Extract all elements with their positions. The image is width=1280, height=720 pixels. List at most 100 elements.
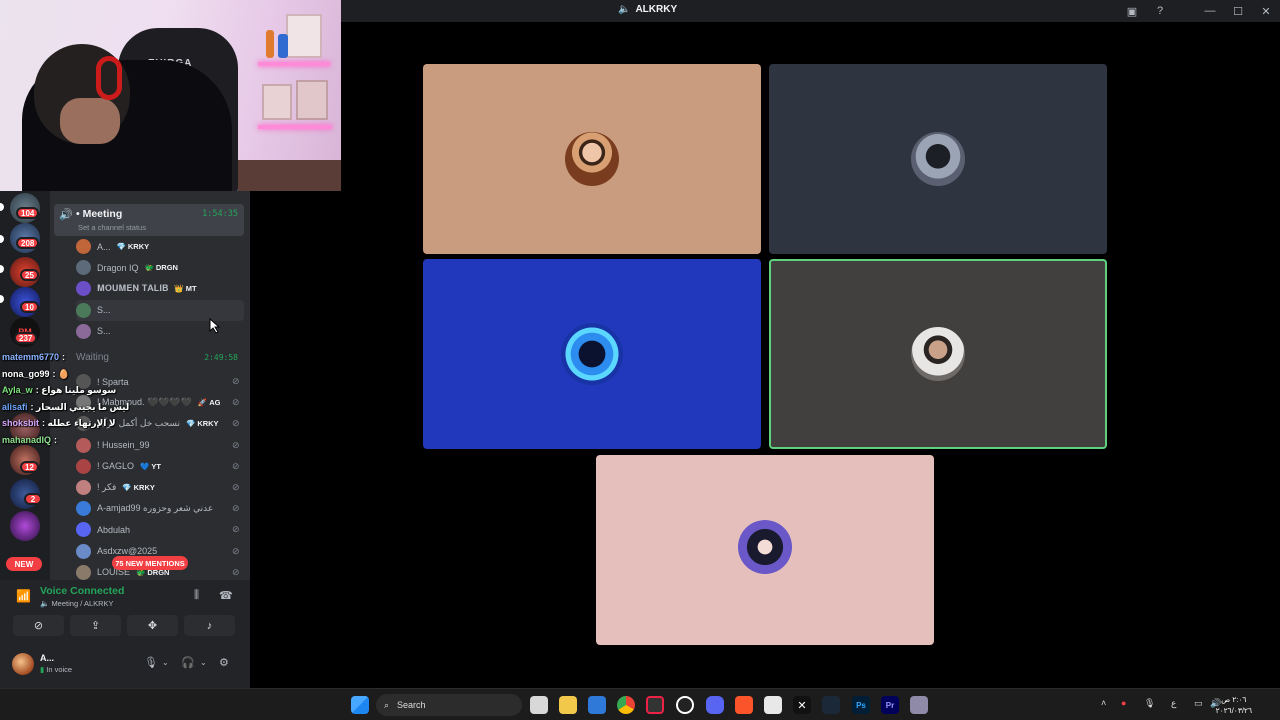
channel-status[interactable]: Set a channel status [78, 223, 146, 232]
chat-message: alisafi: ليش ما يجيني السحار [2, 402, 129, 413]
voice-user[interactable]: ! فكر 💎 KRKY ⊘ [76, 477, 240, 498]
screen-share-icon[interactable]: ⇪ [70, 615, 121, 636]
maximize-icon[interactable]: ☐ [1224, 0, 1252, 22]
voice-user[interactable]: Abdulah ⊘ [76, 519, 240, 540]
brave-icon[interactable] [735, 696, 753, 714]
file-explorer-icon[interactable] [559, 696, 577, 714]
voice-status[interactable]: Voice Connected [40, 585, 124, 597]
window-title-text: ALKRKY [635, 4, 678, 15]
steam-icon[interactable] [822, 696, 840, 714]
new-unreads-pill[interactable]: NEW [6, 557, 42, 571]
mention-badge: 12 [20, 461, 39, 473]
voice-user[interactable]: ! GAGLO 💙 YT ⊘ [76, 456, 240, 477]
soundboard-icon[interactable]: ♪ [184, 615, 235, 636]
guild-tag-text: DRGN [155, 263, 178, 273]
avatar [76, 281, 91, 297]
mention-badge: 237 [14, 332, 38, 344]
avatar[interactable] [12, 653, 34, 675]
voice-user[interactable]: S... [76, 321, 111, 342]
voice-user[interactable]: A... 💎 KRKY [76, 236, 149, 257]
help-icon[interactable]: ? [1146, 0, 1174, 22]
chevron-down-icon[interactable]: ⌄ [162, 658, 169, 667]
clock[interactable]: ٢:٠٦ ص ٢٠٢٦/٠٣/٢٦ [1216, 694, 1252, 716]
guild-tag-text: KRKY [127, 242, 150, 251]
avatar [76, 564, 91, 580]
screen-share-icon[interactable]: ▣ [1118, 0, 1146, 22]
wall-frame [286, 14, 322, 58]
app-icon[interactable] [646, 696, 664, 714]
chat-username: matemm6770 [2, 352, 60, 362]
search-icon: ⌕ [384, 699, 390, 710]
discord-tray-icon[interactable]: ● [1121, 698, 1126, 708]
taskbar: ⌕ Search ✕ Ps Pr ˄ ● 🎙 ع ▭ 🔊 ٢:٠٦ ص ٢٠٢٦… [0, 688, 1280, 720]
speaker-icon: 🔊 [59, 209, 73, 221]
network-icon[interactable]: ▭ [1194, 698, 1203, 709]
video-tile[interactable] [596, 455, 934, 645]
chat-message: shoksbit: لا الإرتهاء عطله [2, 418, 116, 429]
app-icon[interactable] [910, 696, 928, 714]
mention-badge: 10 [20, 301, 39, 313]
language-indicator[interactable]: ع [1171, 698, 1176, 709]
capcut-icon[interactable]: ✕ [793, 696, 811, 714]
server-icon[interactable] [10, 511, 40, 541]
windows-start-icon[interactable] [351, 696, 369, 714]
camera-off-icon[interactable]: ⊘ [13, 615, 64, 636]
voice-user-name: S... [97, 326, 111, 337]
mention-badge: 25 [20, 269, 39, 281]
noise-suppression-icon[interactable]: ⫼ [194, 589, 199, 602]
video-tile-speaking[interactable] [769, 259, 1107, 449]
channel-meeting[interactable]: 🔊 • Meeting 1:54:35 Set a channel status [54, 204, 244, 236]
chrome-icon[interactable] [617, 696, 635, 714]
search-box[interactable]: ⌕ Search [376, 694, 522, 716]
voice-user[interactable]: 𝐌𝐎𝐔𝐌𝐄𝐍 𝐓𝐀𝐋𝐈𝐁 👑 MT [76, 278, 197, 299]
participant-avatar [561, 323, 623, 385]
voice-panel: 📶 Voice Connected 🔈 Meeting / ALKRKY ⫼ ☎… [0, 580, 250, 688]
guild-tag-icon: 🐲 [144, 263, 154, 273]
store-icon[interactable] [588, 696, 606, 714]
video-tile[interactable] [769, 64, 1107, 254]
wall-frame [262, 84, 292, 120]
voice-user[interactable]: Dragon IQ 🐲 DRGN [76, 257, 178, 278]
microphone-icon[interactable]: 🎙 [144, 656, 158, 669]
chat-text: : ليش ما يجيني السحار [30, 401, 130, 412]
chat-username: shoksbit [2, 418, 40, 428]
mention-badge: 208 [16, 237, 40, 249]
avatar [76, 323, 91, 339]
participant-avatar [911, 132, 965, 186]
user-status: ▮ In voice [40, 665, 73, 674]
headphones-icon[interactable]: 🎧 [181, 656, 195, 669]
gear-icon[interactable]: ⚙ [219, 656, 229, 669]
avatar [76, 458, 91, 474]
voice-user[interactable]: A-amjad99 عدني شعر وحزوره ⊘ [76, 498, 240, 519]
premiere-icon[interactable]: Pr [881, 696, 899, 714]
chat-text: : [54, 434, 58, 445]
app-icon[interactable] [764, 696, 782, 714]
voice-location[interactable]: 🔈 Meeting / ALKRKY [40, 599, 114, 608]
video-tile[interactable] [423, 64, 761, 254]
chat-username: alisafi [2, 401, 28, 412]
guild-tag: 🐲 DRGN [145, 263, 178, 272]
minimize-icon[interactable]: — [1196, 0, 1224, 22]
discord-icon[interactable] [706, 696, 724, 714]
avatar [76, 543, 91, 559]
guild-tag: 💎 KRKY [122, 483, 155, 492]
new-mentions-pill[interactable]: 75 NEW MENTIONS [112, 556, 188, 570]
avatar [76, 501, 91, 517]
video-stage [250, 22, 1280, 688]
chat-message: mahanadIQ: [2, 435, 57, 445]
disconnect-icon[interactable]: ☎ [219, 589, 233, 602]
window-title: 🔈 ALKRKY [618, 4, 677, 15]
chevron-up-icon[interactable]: ˄ [1101, 698, 1106, 708]
chevron-down-icon[interactable]: ⌄ [200, 658, 207, 667]
photoshop-icon[interactable]: Ps [852, 696, 870, 714]
task-view-icon[interactable] [530, 696, 548, 714]
voice-user-name: S... [97, 305, 111, 316]
chat-username: Ayla_w [2, 385, 33, 395]
search-label: Search [397, 700, 426, 710]
chat-message: Ayla_w: سوسو ملينا هواع [2, 385, 116, 396]
close-icon[interactable]: ✕ [1252, 0, 1280, 22]
video-tile[interactable] [423, 259, 761, 449]
obs-icon[interactable] [676, 696, 694, 714]
microphone-tray-icon[interactable]: 🎙 [1144, 698, 1155, 709]
activities-icon[interactable]: ✥ [127, 615, 178, 636]
